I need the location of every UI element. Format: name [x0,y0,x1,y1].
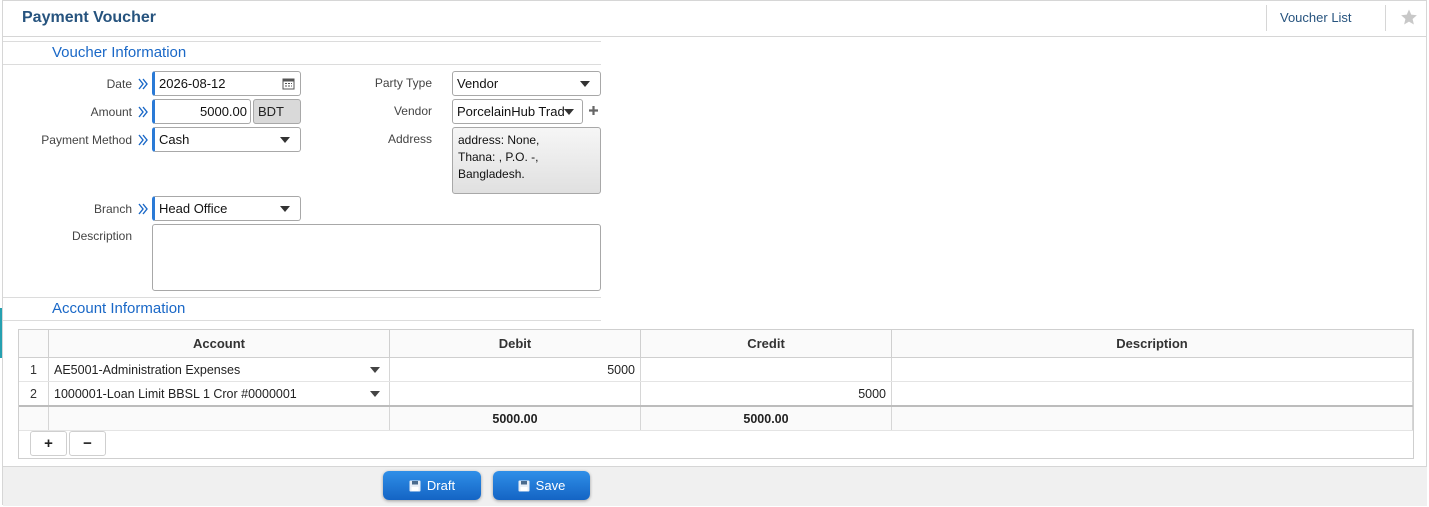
chevron-down-icon [370,367,380,373]
address-line: Bangladesh. [458,167,525,181]
address-line: Thana: , P.O. -, [458,150,539,164]
required-chevron-icon [138,106,148,118]
required-chevron-icon [138,78,148,90]
table-row: 1 AE5001-Administration Expenses 5000 [19,357,1413,382]
table-row: 2 1000001-Loan Limit BBSL 1 Cror #000000… [19,381,1413,407]
amount-input[interactable]: 5000.00 [152,99,251,124]
totals-spacer [891,405,1413,431]
credit-cell[interactable]: 5000 [640,381,892,407]
chevron-down-icon [370,391,380,397]
action-bar [3,466,1427,506]
section-divider [3,297,601,298]
grid-header-row: Account Debit Credit Description [19,330,1413,358]
calendar-icon[interactable] [282,77,295,90]
debit-cell[interactable]: 5000 [389,357,641,382]
save-button[interactable]: Save [493,471,590,500]
add-vendor-plus-icon[interactable] [588,105,599,116]
currency-field: BDT [253,99,301,124]
address-line: address: None, [458,133,540,147]
column-header-debit[interactable]: Debit [389,330,641,358]
chevron-down-icon [564,109,574,115]
required-chevron-icon [138,203,148,215]
description-cell[interactable] [891,357,1413,382]
totals-spacer [48,405,390,431]
star-icon [1401,9,1417,25]
branch-select[interactable]: Head Office [152,196,301,221]
favorite-button[interactable] [1385,5,1429,31]
chevron-down-icon [280,206,290,212]
voucher-info-title: Voucher Information [52,44,187,61]
vendor-select[interactable]: PorcelainHub Trad [452,99,583,124]
column-header-description[interactable]: Description [891,330,1413,358]
account-value: AE5001-Administration Expenses [54,362,241,377]
row-number: 1 [19,357,49,382]
account-select[interactable]: AE5001-Administration Expenses [48,357,390,382]
column-header-credit[interactable]: Credit [640,330,892,358]
row-number: 2 [19,381,49,407]
account-grid: Account Debit Credit Description 1 AE500… [18,329,1414,459]
floppy-disk-icon [518,480,530,492]
address-label: Address [387,132,432,146]
account-select[interactable]: 1000001-Loan Limit BBSL 1 Cror #0000001 [48,381,390,407]
chevron-down-icon [580,81,590,87]
vendor-label: Vendor [393,104,432,118]
totals-spacer [19,405,49,431]
section-divider [3,64,601,65]
amount-label: Amount [90,105,132,119]
description-label: Description [71,229,132,243]
floppy-disk-icon [409,480,421,492]
account-value: 1000001-Loan Limit BBSL 1 Cror #0000001 [54,386,297,401]
required-chevron-icon [138,134,148,146]
account-info-title: Account Information [52,300,186,317]
section-divider [3,41,601,42]
party-type-value: Vendor [457,76,499,91]
credit-total: 5000.00 [640,405,892,431]
voucher-list-link[interactable]: Voucher List [1266,5,1352,31]
date-value: 2026-08-12 [159,76,226,91]
section-divider [3,320,601,321]
remove-row-button[interactable]: − [69,431,106,456]
branch-value: Head Office [159,201,228,216]
debit-cell[interactable] [389,381,641,407]
draft-label: Draft [426,478,456,493]
side-marker [0,308,2,358]
payment-method-select[interactable]: Cash [152,127,301,152]
branch-label: Branch [93,202,132,216]
chevron-down-icon [280,137,290,143]
date-field[interactable]: 2026-08-12 [152,71,301,96]
add-row-button[interactable]: + [30,431,67,456]
page-title: Payment Voucher [22,9,156,26]
page-header: Payment Voucher Voucher List [3,0,1427,37]
address-field: address: None, Thana: , P.O. -, Banglade… [452,127,601,194]
column-header-account[interactable]: Account [48,330,390,358]
draft-button[interactable]: Draft [383,471,481,500]
payment-method-label: Payment Method [41,133,132,147]
vendor-value: PorcelainHub Trad [457,104,565,119]
description-textarea[interactable] [152,224,601,291]
credit-cell[interactable] [640,357,892,382]
save-label: Save [535,478,566,493]
date-label: Date [106,77,132,91]
debit-total: 5000.00 [389,405,641,431]
totals-row: 5000.00 5000.00 [19,405,1413,431]
row-number-header [19,330,49,358]
party-type-select[interactable]: Vendor [452,71,601,96]
payment-method-value: Cash [159,132,190,147]
party-type-label: Party Type [374,76,432,90]
description-cell[interactable] [891,381,1413,407]
